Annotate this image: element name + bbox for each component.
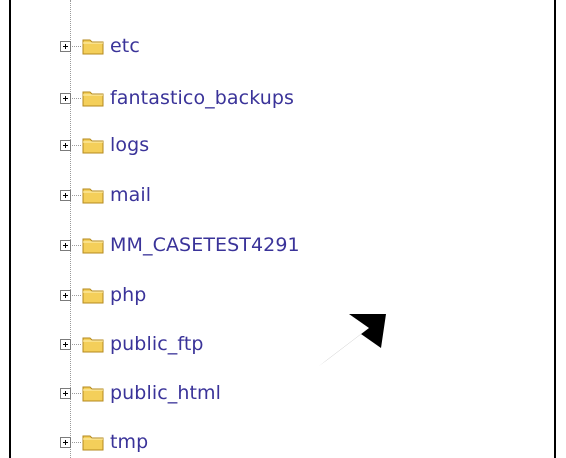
folder-icon [82,39,104,55]
tree-item-logs[interactable]: logs [60,133,149,157]
folder-icon [82,138,104,154]
tree-branch-line [72,244,81,246]
tree-item-label[interactable]: public_ftp [110,333,204,355]
tree-item-label[interactable]: php [110,284,146,306]
tree-branch-line [72,392,81,394]
tree-branch-line [72,294,81,296]
expand-plus-icon[interactable] [60,338,71,350]
tree-branch-line [72,144,81,146]
tree-item-public-ftp[interactable]: public_ftp [60,332,204,356]
tree-branch-line [72,441,81,443]
expand-plus-icon[interactable] [60,436,71,448]
folder-icon [82,435,104,451]
expand-plus-icon[interactable] [60,289,71,301]
tree-item-label[interactable]: public_html [110,382,221,404]
tree-item-etc[interactable]: etc [60,34,140,58]
directory-tree: etc fantastico_backups logs mail MM_CASE… [11,0,554,458]
folder-icon [82,288,104,304]
tree-item-fantastico-backups[interactable]: fantastico_backups [60,86,294,110]
folder-icon [82,238,104,254]
expand-plus-icon[interactable] [60,387,71,399]
folder-icon [82,91,104,107]
folder-icon [82,188,104,204]
expand-plus-icon[interactable] [60,40,71,52]
tree-item-label[interactable]: mail [110,184,151,206]
tree-branch-line [72,194,81,196]
arrow-icon [319,314,386,366]
tree-item-label[interactable]: MM_CASETEST4291 [110,234,300,256]
tree-item-public-html[interactable]: public_html [60,381,221,405]
tree-item-label[interactable]: tmp [110,431,148,453]
tree-item-label[interactable]: logs [110,134,149,156]
folder-icon [82,337,104,353]
tree-branch-line [72,45,81,47]
tree-item-mail[interactable]: mail [60,183,151,207]
expand-plus-icon[interactable] [60,189,71,201]
folder-icon [82,386,104,402]
tree-item-mm-casetest4291[interactable]: MM_CASETEST4291 [60,233,300,257]
file-tree-panel: etc fantastico_backups logs mail MM_CASE… [9,0,556,458]
tree-item-php[interactable]: php [60,283,146,307]
tree-branch-line [72,343,81,345]
expand-plus-icon[interactable] [60,92,71,104]
expand-plus-icon[interactable] [60,139,71,151]
tree-item-label[interactable]: etc [110,35,140,57]
expand-plus-icon[interactable] [60,239,71,251]
tree-branch-line [72,97,81,99]
tree-item-label[interactable]: fantastico_backups [110,87,294,109]
tree-item-tmp[interactable]: tmp [60,430,148,454]
